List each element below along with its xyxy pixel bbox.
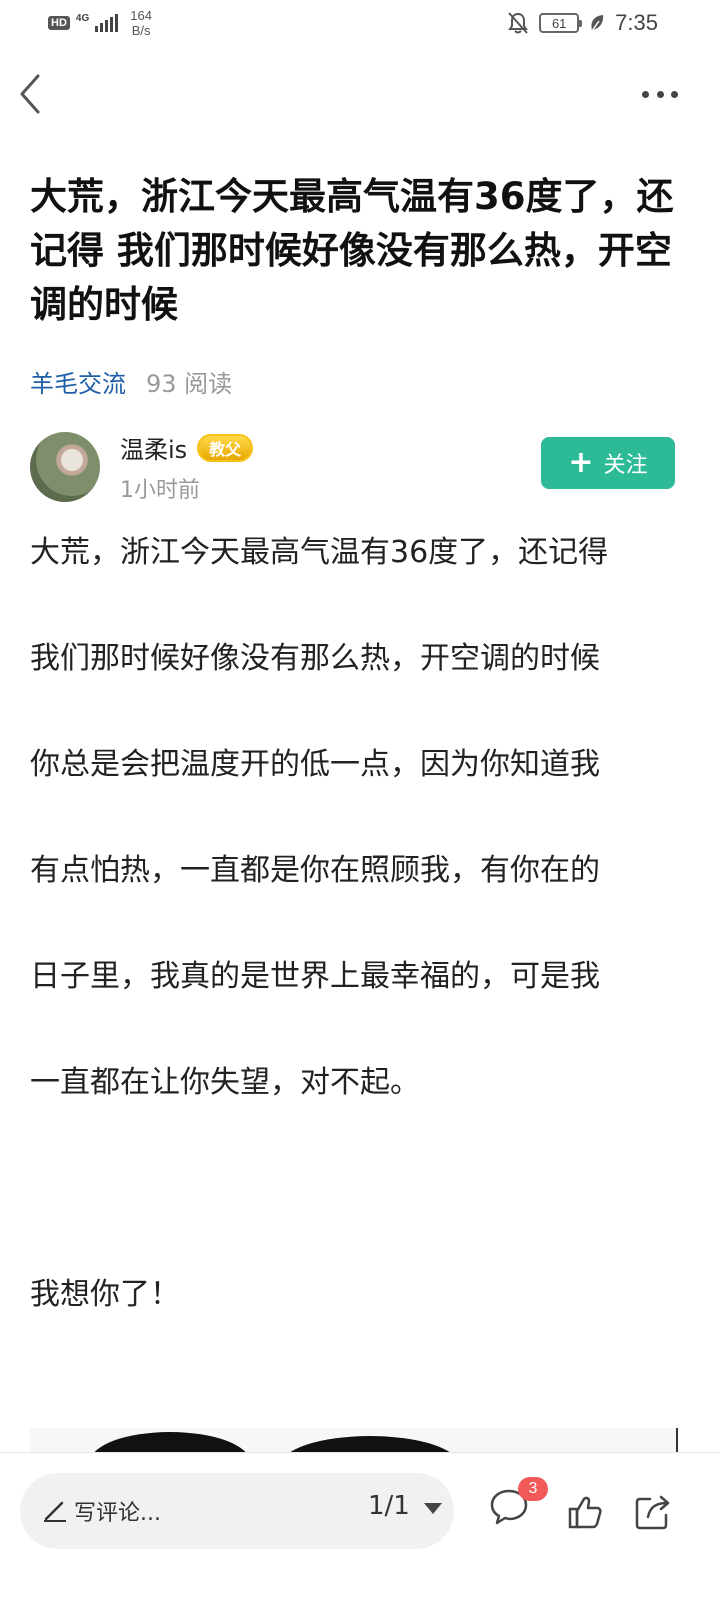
body-paragraph-line: 一直都在让你失望，对不起。 (30, 1065, 420, 1100)
post-time: 1小时前 (120, 478, 200, 503)
more-dot-icon (642, 90, 649, 98)
page-indicator[interactable]: 1/1 (368, 1491, 410, 1521)
like-button[interactable] (566, 1493, 604, 1535)
comment-count-badge: 3 (518, 1477, 548, 1501)
category-link[interactable]: 羊毛交流 (30, 364, 126, 399)
post-body: 大荒，浙江今天最高气温有36度了，还记得 我们那时候好像没有那么热，开空调的时候… (30, 526, 690, 1162)
comment-placeholder: 写评论... (74, 1501, 161, 1526)
clock: 7:35 (615, 10, 658, 35)
status-bar: HD 4G 164 B/s 61 7:35 (0, 0, 720, 50)
author-name[interactable]: 温柔is (120, 430, 187, 465)
body-paragraph-line: 我们那时候好像没有那么热，开空调的时候 (30, 641, 600, 676)
network-speed-unit: B/s (131, 23, 151, 38)
bottom-action-bar: 写评论... 1/1 3 (0, 1452, 720, 1600)
body-paragraph-line: 大荒，浙江今天最高气温有36度了，还记得 (30, 535, 609, 570)
plus-icon: + (568, 445, 594, 480)
read-count: 93 阅读 (146, 370, 233, 398)
author-avatar[interactable] (30, 432, 100, 502)
body-closing-line: 我想你了！ (30, 1277, 180, 1312)
author-rank-badge: 教父 (197, 433, 254, 462)
hd-indicator: HD (48, 16, 70, 30)
image-shape (280, 1436, 460, 1452)
status-left: HD 4G 164 B/s (48, 8, 152, 38)
body-paragraph-line: 你总是会把温度开的低一点，因为你知道我 (30, 747, 600, 782)
signal-icon (95, 14, 119, 32)
notification-off-icon (508, 12, 529, 34)
back-button[interactable] (14, 72, 54, 116)
network-type: 4G (75, 13, 90, 24)
battery-level: 61 (551, 15, 567, 31)
comment-input[interactable]: 写评论... 1/1 (20, 1473, 454, 1549)
follow-label: 关注 (603, 453, 648, 478)
image-edge (676, 1428, 678, 1452)
network-speed-value: 164 (130, 8, 152, 23)
more-dot-icon (671, 90, 678, 98)
author-name-row: 温柔is 教父 (120, 430, 254, 465)
more-options-button[interactable] (636, 82, 684, 106)
pencil-icon (44, 1501, 66, 1522)
body-paragraph-line: 有点怕热，一直都是你在照顾我，有你在的 (30, 853, 600, 888)
thumbs-up-icon (568, 1496, 602, 1529)
share-button[interactable] (634, 1493, 672, 1535)
status-right: 61 7:35 (507, 10, 658, 36)
image-shape (90, 1432, 250, 1452)
leaf-icon (591, 15, 604, 32)
post-meta: 羊毛交流 93 阅读 (30, 364, 232, 399)
more-dot-icon (656, 90, 664, 98)
post-title: 大荒，浙江今天最高气温有36度了，还记得 我们那时候好像没有那么热，开空调的时候 (30, 175, 674, 326)
network-speed: 164 B/s (130, 8, 152, 38)
body-paragraph-line: 日子里，我真的是世界上最幸福的，可是我 (30, 959, 600, 994)
battery-icon: 61 (539, 13, 583, 33)
chevron-left-icon (20, 74, 40, 114)
post-image[interactable] (30, 1428, 678, 1452)
chevron-down-icon[interactable] (424, 1503, 442, 1514)
share-icon (635, 1495, 670, 1530)
follow-button[interactable]: + 关注 (541, 437, 675, 489)
